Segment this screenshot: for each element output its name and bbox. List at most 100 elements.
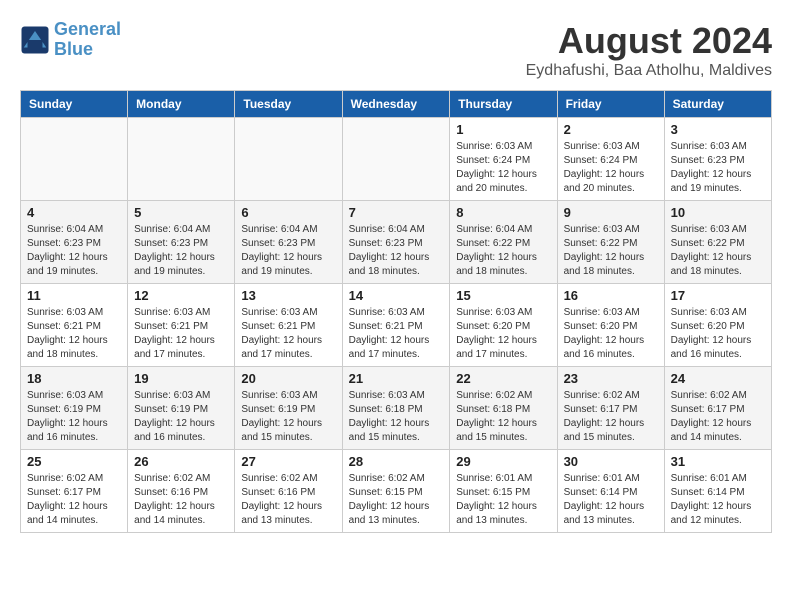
day-cell: 1Sunrise: 6:03 AM Sunset: 6:24 PM Daylig…	[450, 118, 557, 201]
day-number: 9	[564, 205, 658, 220]
day-cell: 8 Sunrise: 6:04 AM Sunset: 6:22 PM Daylig…	[450, 201, 557, 284]
day-cell: 9 Sunrise: 6:03 AM Sunset: 6:22 PM Daylig…	[557, 201, 664, 284]
day-info: Sunrise: 6:03 AM Sunset: 6:18 PM Dayligh…	[349, 389, 444, 445]
day-number: 14	[349, 288, 444, 303]
day-number: 16	[564, 288, 658, 303]
day-cell: 13 Sunrise: 6:03 AM Sunset: 6:21 PM Dayli…	[235, 284, 342, 367]
day-cell: 22 Sunrise: 6:02 AM Sunset: 6:18 PM Dayli…	[450, 367, 557, 450]
col-friday: Friday	[557, 91, 664, 118]
col-sunday: Sunday	[21, 91, 128, 118]
day-cell: 30 Sunrise: 6:01 AM Sunset: 6:14 PM Dayli…	[557, 450, 664, 533]
day-number: 13	[241, 288, 335, 303]
day-info: Sunrise: 6:03 AM Sunset: 6:22 PM Dayligh…	[671, 223, 765, 279]
logo-icon	[20, 25, 50, 55]
day-info: Sunrise: 6:04 AM Sunset: 6:23 PM Dayligh…	[27, 223, 121, 279]
day-info: Sunrise: 6:03 AM Sunset: 6:19 PM Dayligh…	[27, 389, 121, 445]
day-cell: 6 Sunrise: 6:04 AM Sunset: 6:23 PM Daylig…	[235, 201, 342, 284]
week-row-4: 18 Sunrise: 6:03 AM Sunset: 6:19 PM Dayli…	[21, 367, 772, 450]
week-row-5: 25 Sunrise: 6:02 AM Sunset: 6:17 PM Dayli…	[21, 450, 772, 533]
day-info: Sunrise: 6:04 AM Sunset: 6:22 PM Dayligh…	[456, 223, 550, 279]
day-info: Sunrise: 6:04 AM Sunset: 6:23 PM Dayligh…	[134, 223, 228, 279]
day-info: Sunrise: 6:02 AM Sunset: 6:17 PM Dayligh…	[564, 389, 658, 445]
day-number: 26	[134, 454, 228, 469]
day-number: 4	[27, 205, 121, 220]
week-row-1: 1Sunrise: 6:03 AM Sunset: 6:24 PM Daylig…	[21, 118, 772, 201]
day-cell: 4 Sunrise: 6:04 AM Sunset: 6:23 PM Daylig…	[21, 201, 128, 284]
day-cell: 31 Sunrise: 6:01 AM Sunset: 6:14 PM Dayli…	[664, 450, 771, 533]
day-cell: 7 Sunrise: 6:04 AM Sunset: 6:23 PM Daylig…	[342, 201, 450, 284]
day-number: 24	[671, 371, 765, 386]
day-info: Sunrise: 6:03 AM Sunset: 6:23 PM Dayligh…	[671, 140, 765, 196]
day-number: 10	[671, 205, 765, 220]
day-cell: 23Sunrise: 6:02 AM Sunset: 6:17 PM Dayli…	[557, 367, 664, 450]
day-number: 5	[134, 205, 228, 220]
day-info: Sunrise: 6:02 AM Sunset: 6:15 PM Dayligh…	[349, 472, 444, 528]
day-cell	[128, 118, 235, 201]
day-cell: 12 Sunrise: 6:03 AM Sunset: 6:21 PM Dayli…	[128, 284, 235, 367]
day-cell: 20Sunrise: 6:03 AM Sunset: 6:19 PM Dayli…	[235, 367, 342, 450]
title-section: August 2024 Eydhafushi, Baa Atholhu, Mal…	[526, 20, 772, 80]
logo-general: General	[54, 19, 121, 39]
day-info: Sunrise: 6:04 AM Sunset: 6:23 PM Dayligh…	[349, 223, 444, 279]
day-info: Sunrise: 6:03 AM Sunset: 6:19 PM Dayligh…	[134, 389, 228, 445]
day-info: Sunrise: 6:01 AM Sunset: 6:14 PM Dayligh…	[671, 472, 765, 528]
day-info: Sunrise: 6:03 AM Sunset: 6:21 PM Dayligh…	[241, 306, 335, 362]
day-cell: 15 Sunrise: 6:03 AM Sunset: 6:20 PM Dayli…	[450, 284, 557, 367]
day-cell: 18 Sunrise: 6:03 AM Sunset: 6:19 PM Dayli…	[21, 367, 128, 450]
day-number: 12	[134, 288, 228, 303]
day-cell: 25 Sunrise: 6:02 AM Sunset: 6:17 PM Dayli…	[21, 450, 128, 533]
day-info: Sunrise: 6:03 AM Sunset: 6:22 PM Dayligh…	[564, 223, 658, 279]
day-info: Sunrise: 6:03 AM Sunset: 6:21 PM Dayligh…	[134, 306, 228, 362]
day-number: 11	[27, 288, 121, 303]
day-info: Sunrise: 6:03 AM Sunset: 6:21 PM Dayligh…	[27, 306, 121, 362]
day-info: Sunrise: 6:02 AM Sunset: 6:17 PM Dayligh…	[671, 389, 765, 445]
col-tuesday: Tuesday	[235, 91, 342, 118]
day-number: 25	[27, 454, 121, 469]
day-number: 27	[241, 454, 335, 469]
day-cell	[21, 118, 128, 201]
day-info: Sunrise: 6:02 AM Sunset: 6:18 PM Dayligh…	[456, 389, 550, 445]
day-info: Sunrise: 6:03 AM Sunset: 6:24 PM Dayligh…	[456, 140, 550, 196]
day-number: 30	[564, 454, 658, 469]
day-cell: 11 Sunrise: 6:03 AM Sunset: 6:21 PM Dayli…	[21, 284, 128, 367]
day-info: Sunrise: 6:02 AM Sunset: 6:16 PM Dayligh…	[241, 472, 335, 528]
day-cell: 29Sunrise: 6:01 AM Sunset: 6:15 PM Dayli…	[450, 450, 557, 533]
logo: General Blue	[20, 20, 121, 60]
col-thursday: Thursday	[450, 91, 557, 118]
day-number: 3	[671, 122, 765, 137]
day-number: 6	[241, 205, 335, 220]
day-number: 21	[349, 371, 444, 386]
day-number: 17	[671, 288, 765, 303]
day-cell: 17 Sunrise: 6:03 AM Sunset: 6:20 PM Dayli…	[664, 284, 771, 367]
day-cell	[342, 118, 450, 201]
day-cell: 16Sunrise: 6:03 AM Sunset: 6:20 PM Dayli…	[557, 284, 664, 367]
page-header: General Blue August 2024 Eydhafushi, Baa…	[20, 20, 772, 80]
day-cell: 3 Sunrise: 6:03 AM Sunset: 6:23 PM Daylig…	[664, 118, 771, 201]
day-number: 18	[27, 371, 121, 386]
day-info: Sunrise: 6:02 AM Sunset: 6:17 PM Dayligh…	[27, 472, 121, 528]
day-cell: 2Sunrise: 6:03 AM Sunset: 6:24 PM Daylig…	[557, 118, 664, 201]
day-cell: 21 Sunrise: 6:03 AM Sunset: 6:18 PM Dayli…	[342, 367, 450, 450]
day-number: 22	[456, 371, 550, 386]
day-cell: 14Sunrise: 6:03 AM Sunset: 6:21 PM Dayli…	[342, 284, 450, 367]
day-cell: 27 Sunrise: 6:02 AM Sunset: 6:16 PM Dayli…	[235, 450, 342, 533]
day-info: Sunrise: 6:04 AM Sunset: 6:23 PM Dayligh…	[241, 223, 335, 279]
day-info: Sunrise: 6:01 AM Sunset: 6:14 PM Dayligh…	[564, 472, 658, 528]
day-info: Sunrise: 6:03 AM Sunset: 6:20 PM Dayligh…	[671, 306, 765, 362]
day-info: Sunrise: 6:03 AM Sunset: 6:20 PM Dayligh…	[456, 306, 550, 362]
day-info: Sunrise: 6:03 AM Sunset: 6:24 PM Dayligh…	[564, 140, 658, 196]
week-row-3: 11 Sunrise: 6:03 AM Sunset: 6:21 PM Dayli…	[21, 284, 772, 367]
day-number: 15	[456, 288, 550, 303]
day-number: 28	[349, 454, 444, 469]
day-cell: 26 Sunrise: 6:02 AM Sunset: 6:16 PM Dayli…	[128, 450, 235, 533]
col-wednesday: Wednesday	[342, 91, 450, 118]
day-number: 31	[671, 454, 765, 469]
logo-text: General Blue	[54, 20, 121, 60]
day-info: Sunrise: 6:03 AM Sunset: 6:19 PM Dayligh…	[241, 389, 335, 445]
day-info: Sunrise: 6:02 AM Sunset: 6:16 PM Dayligh…	[134, 472, 228, 528]
calendar-table: Sunday Monday Tuesday Wednesday Thursday…	[20, 90, 772, 533]
week-row-2: 4 Sunrise: 6:04 AM Sunset: 6:23 PM Daylig…	[21, 201, 772, 284]
day-number: 7	[349, 205, 444, 220]
day-number: 8	[456, 205, 550, 220]
day-cell: 28 Sunrise: 6:02 AM Sunset: 6:15 PM Dayli…	[342, 450, 450, 533]
